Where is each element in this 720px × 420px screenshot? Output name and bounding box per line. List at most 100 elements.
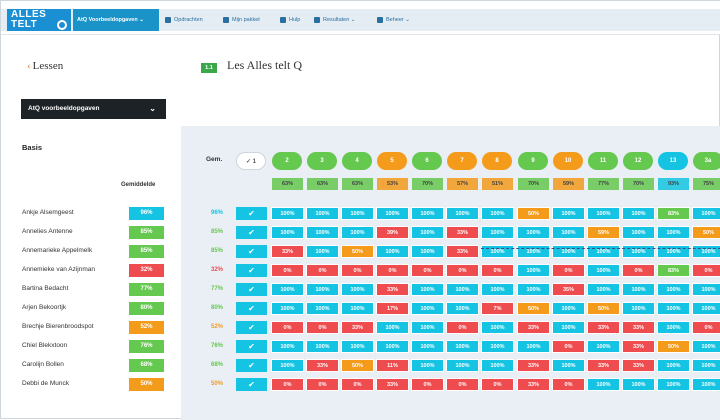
- score-cell[interactable]: 100%: [657, 378, 690, 391]
- score-cell[interactable]: 0%: [376, 264, 409, 277]
- score-cell[interactable]: 100%: [657, 302, 690, 315]
- score-cell[interactable]: 100%: [376, 321, 409, 334]
- column-header-10[interactable]: 11: [588, 152, 618, 170]
- score-cell[interactable]: 100%: [517, 226, 550, 239]
- score-cell[interactable]: 50%: [657, 340, 690, 353]
- score-cell[interactable]: 0%: [552, 264, 585, 277]
- score-cell[interactable]: 100%: [692, 359, 720, 372]
- score-cell[interactable]: 100%: [341, 207, 374, 220]
- score-cell[interactable]: 50%: [587, 302, 620, 315]
- student-name[interactable]: Arjen Bekoortjk: [22, 304, 66, 311]
- score-cell[interactable]: 100%: [587, 207, 620, 220]
- student-name[interactable]: Annelies Antenne: [22, 228, 73, 235]
- score-cell[interactable]: 0%: [446, 321, 479, 334]
- score-cell[interactable]: 100%: [587, 283, 620, 296]
- score-cell[interactable]: 33%: [517, 321, 550, 334]
- score-cell[interactable]: 100%: [622, 378, 655, 391]
- score-cell[interactable]: 50%: [517, 302, 550, 315]
- score-cell[interactable]: 100%: [411, 283, 444, 296]
- student-name[interactable]: Bartina Bedacht: [22, 285, 68, 292]
- student-name[interactable]: Ankje Alsemgeest: [22, 209, 74, 216]
- score-cell[interactable]: 33%: [517, 378, 550, 391]
- score-cell[interactable]: 100%: [657, 321, 690, 334]
- score-cell[interactable]: 35%: [552, 283, 585, 296]
- score-cell[interactable]: 100%: [271, 283, 304, 296]
- score-cell[interactable]: 100%: [446, 340, 479, 353]
- column-header-2[interactable]: 3: [307, 152, 337, 170]
- score-cell[interactable]: 0%: [306, 321, 339, 334]
- score-cell[interactable]: 100%: [622, 245, 655, 258]
- score-cell[interactable]: 0%: [622, 264, 655, 277]
- score-cell[interactable]: 83%: [657, 264, 690, 277]
- alles-telt-logo[interactable]: ALLES TELT: [7, 9, 71, 31]
- score-cell[interactable]: 33%: [446, 226, 479, 239]
- score-cell[interactable]: 100%: [552, 321, 585, 334]
- check-icon[interactable]: ✔: [236, 302, 267, 315]
- score-cell[interactable]: 33%: [622, 321, 655, 334]
- score-cell[interactable]: 100%: [622, 302, 655, 315]
- column-header-4[interactable]: 5: [377, 152, 407, 170]
- score-cell[interactable]: 100%: [622, 226, 655, 239]
- score-cell[interactable]: 0%: [271, 264, 304, 277]
- score-cell[interactable]: 100%: [481, 359, 514, 372]
- nav-item-5[interactable]: Beheer ⌄: [373, 9, 417, 31]
- method-select[interactable]: AtQ voorbeeldopgaven ⌄: [21, 99, 166, 119]
- score-cell[interactable]: 100%: [411, 359, 444, 372]
- score-cell[interactable]: 33%: [446, 245, 479, 258]
- column-header-13[interactable]: 3a: [693, 152, 720, 170]
- column-header-8[interactable]: 9: [518, 152, 548, 170]
- check-icon[interactable]: ✔: [236, 264, 267, 277]
- score-cell[interactable]: 100%: [341, 226, 374, 239]
- score-cell[interactable]: 100%: [587, 245, 620, 258]
- score-cell[interactable]: 0%: [271, 321, 304, 334]
- score-cell[interactable]: 17%: [376, 302, 409, 315]
- score-cell[interactable]: 0%: [446, 378, 479, 391]
- check-icon[interactable]: ✔: [236, 340, 267, 353]
- score-cell[interactable]: 100%: [692, 340, 720, 353]
- score-cell[interactable]: 100%: [481, 245, 514, 258]
- check-icon[interactable]: ✔: [236, 283, 267, 296]
- score-cell[interactable]: 100%: [271, 207, 304, 220]
- score-cell[interactable]: 100%: [552, 226, 585, 239]
- score-cell[interactable]: 100%: [692, 378, 720, 391]
- score-cell[interactable]: 100%: [552, 207, 585, 220]
- score-cell[interactable]: 100%: [341, 340, 374, 353]
- score-cell[interactable]: 100%: [587, 264, 620, 277]
- score-cell[interactable]: 100%: [657, 226, 690, 239]
- score-cell[interactable]: 83%: [657, 207, 690, 220]
- nav-item-2[interactable]: Mijn pakket: [219, 9, 273, 31]
- score-cell[interactable]: 50%: [692, 226, 720, 239]
- score-cell[interactable]: 59%: [587, 226, 620, 239]
- nav-item-0[interactable]: AtQ Voorbeeldopgaven ⌄: [73, 9, 159, 31]
- score-cell[interactable]: 100%: [481, 283, 514, 296]
- score-cell[interactable]: 33%: [341, 321, 374, 334]
- score-cell[interactable]: 0%: [341, 264, 374, 277]
- score-cell[interactable]: 100%: [341, 302, 374, 315]
- score-cell[interactable]: 33%: [622, 340, 655, 353]
- score-cell[interactable]: 33%: [306, 359, 339, 372]
- score-cell[interactable]: 7%: [481, 302, 514, 315]
- score-cell[interactable]: 100%: [306, 302, 339, 315]
- student-name[interactable]: Debbi de Munck: [22, 380, 69, 387]
- check-icon[interactable]: ✔: [236, 321, 267, 334]
- score-cell[interactable]: 100%: [517, 340, 550, 353]
- check-icon[interactable]: ✔: [236, 226, 267, 239]
- student-name[interactable]: Annemieke van Azijnman: [22, 266, 95, 273]
- check-icon[interactable]: ✔: [236, 245, 267, 258]
- score-cell[interactable]: 0%: [481, 378, 514, 391]
- column-header-11[interactable]: 12: [623, 152, 653, 170]
- score-cell[interactable]: 100%: [446, 302, 479, 315]
- column-header-7[interactable]: 8: [482, 152, 512, 170]
- score-cell[interactable]: 100%: [622, 283, 655, 296]
- column-header-5[interactable]: 6: [412, 152, 442, 170]
- score-cell[interactable]: 100%: [481, 321, 514, 334]
- student-name[interactable]: Brechje Bierenbroodspot: [22, 323, 94, 330]
- student-name[interactable]: Chiel Blekxtoon: [22, 342, 67, 349]
- check-icon[interactable]: ✔: [236, 359, 267, 372]
- score-cell[interactable]: 100%: [692, 302, 720, 315]
- score-cell[interactable]: 0%: [271, 378, 304, 391]
- score-cell[interactable]: 100%: [271, 359, 304, 372]
- score-cell[interactable]: 0%: [411, 378, 444, 391]
- score-cell[interactable]: 100%: [411, 340, 444, 353]
- score-cell[interactable]: 100%: [657, 359, 690, 372]
